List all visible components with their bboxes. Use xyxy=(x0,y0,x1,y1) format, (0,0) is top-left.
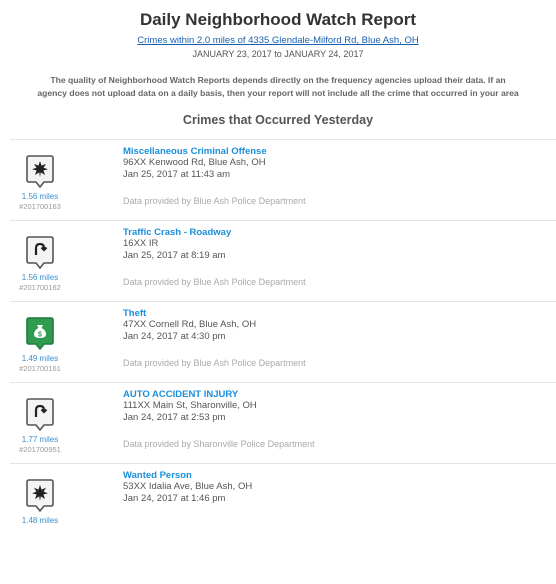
crime-address: 47XX Cornell Rd, Blue Ash, OH xyxy=(123,319,257,330)
data-provider: Data provided by Sharonville Police Depa… xyxy=(123,439,315,449)
car-crash-icon xyxy=(25,234,55,270)
distance-label: 1.56 miles xyxy=(21,273,59,282)
search-area-link[interactable]: Crimes within 2.0 miles of 4335 Glendale… xyxy=(137,35,418,47)
crime-type-link[interactable]: Wanted Person xyxy=(123,470,252,481)
report-id: #201700162 xyxy=(19,283,61,292)
crime-details: Theft 47XX Cornell Rd, Blue Ash, OH Jan 24… xyxy=(123,308,256,343)
distance-label: 1.77 miles xyxy=(21,435,59,444)
crime-list: 1.56 miles #201700163 Miscellaneous Crimin… xyxy=(0,139,556,544)
data-provider: Data provided by Blue Ash Police Departm… xyxy=(123,277,306,287)
data-provider: Data provided by Blue Ash Police Departm… xyxy=(123,196,306,206)
report-id: #201700163 xyxy=(19,202,61,211)
svg-text:$: $ xyxy=(38,332,42,339)
crime-type-link[interactable]: AUTO ACCIDENT INJURY xyxy=(123,389,257,400)
notice-line-2: agency does not upload data on a daily b… xyxy=(37,88,519,98)
crime-address: 53XX Idalia Ave, Blue Ash, OH xyxy=(123,481,253,492)
section-title: Crimes that Occurred Yesterday xyxy=(182,113,374,127)
car-crash-icon xyxy=(25,396,55,432)
crime-address: 111XX Main St, Sharonville, OH xyxy=(123,400,257,411)
money-bag-icon: $ xyxy=(25,315,55,351)
data-provider: Data provided by Blue Ash Police Departm… xyxy=(123,358,306,368)
crime-list-item[interactable]: 1.56 miles #201700163 Miscellaneous Crimin… xyxy=(10,139,556,220)
crime-datetime: Jan 24, 2017 at 2:53 pm xyxy=(123,412,226,423)
crime-address: 96XX Kenwood Rd, Blue Ash, OH xyxy=(123,157,266,168)
notice-line-1: The quality of Neighborhood Watch Report… xyxy=(50,75,506,85)
report-id: #201700951 xyxy=(19,445,61,454)
data-quality-notice: The quality of Neighborhood Watch Report… xyxy=(0,74,556,100)
report-id: #201700161 xyxy=(19,364,61,373)
page-title: Daily Neighborhood Watch Report xyxy=(139,10,417,29)
report-header: Daily Neighborhood Watch Report Crimes w… xyxy=(0,0,556,60)
crime-type-link[interactable]: Traffic Crash - Roadway xyxy=(123,227,231,238)
crime-list-item[interactable]: 1.56 miles #201700162 Traffic Crash - Road… xyxy=(10,220,556,301)
crime-details: Traffic Crash - Roadway 16XX IR Jan 25, 20… xyxy=(123,227,231,262)
crime-datetime: Jan 24, 2017 at 4:30 pm xyxy=(123,331,226,342)
crime-details: Wanted Person 53XX Idalia Ave, Blue Ash, … xyxy=(123,470,252,505)
date-range: JANUARY 23, 2017 to JANUARY 24, 2017 xyxy=(192,49,364,59)
crime-datetime: Jan 25, 2017 at 11:43 am xyxy=(123,169,231,180)
burst-icon xyxy=(25,477,55,513)
distance-label: 1.56 miles xyxy=(21,192,59,201)
crime-list-item[interactable]: $1.49 miles #201700161 Theft 47XX Cornell R… xyxy=(10,301,556,382)
crime-type-link[interactable]: Miscellaneous Criminal Offense xyxy=(123,146,267,157)
crime-datetime: Jan 25, 2017 at 8:19 am xyxy=(123,250,226,261)
crime-type-link[interactable]: Theft xyxy=(123,308,256,319)
crime-details: AUTO ACCIDENT INJURY 111XX Main St, Sharo… xyxy=(123,389,257,424)
crime-datetime: Jan 24, 2017 at 1:46 pm xyxy=(123,493,226,504)
distance-label: 1.49 miles xyxy=(21,354,59,363)
crime-details: Miscellaneous Criminal Offense 96XX Kenwo… xyxy=(123,146,267,181)
burst-icon xyxy=(25,153,55,189)
crime-list-item[interactable]: 1.77 miles #201700951 AUTO ACCIDENT INJURY… xyxy=(10,382,556,463)
crime-address: 16XX IR xyxy=(123,238,159,249)
crime-list-item[interactable]: 1.48 miles Wanted Person 53XX Idalia Ave, … xyxy=(10,463,556,544)
distance-label: 1.48 miles xyxy=(21,516,59,525)
